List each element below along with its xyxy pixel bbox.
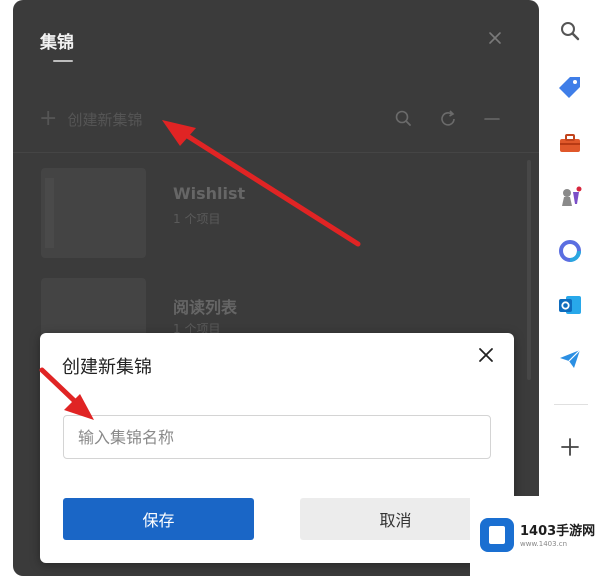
toolbar-divider <box>13 152 539 153</box>
sidebar-tools-button[interactable] <box>557 130 583 156</box>
app-root: 集锦 + 创建新集锦 Wishlist 1 个项目 阅读列表 1 个项目 创建新… <box>0 0 596 576</box>
sidebar-games-button[interactable] <box>557 184 583 210</box>
collection-item[interactable]: Wishlist 1 个项目 <box>13 160 523 270</box>
search-icon <box>395 110 411 126</box>
collection-name: 阅读列表 <box>173 298 238 317</box>
add-icon <box>561 438 579 456</box>
dialog-title: 创建新集锦 <box>62 357 152 378</box>
dialog-close-button[interactable] <box>472 341 500 369</box>
panel-title-underline <box>53 60 73 62</box>
plus-icon: + <box>39 106 58 131</box>
more-options-button[interactable] <box>479 106 505 132</box>
collection-name: Wishlist <box>173 184 246 203</box>
cancel-button[interactable]: 取消 <box>300 498 491 540</box>
sync-button[interactable] <box>435 106 461 132</box>
scrollbar[interactable] <box>527 160 531 380</box>
sidebar-search-button[interactable] <box>557 18 583 44</box>
collection-thumbnail <box>41 168 146 258</box>
more-icon <box>484 118 500 120</box>
search-collections-button[interactable] <box>391 106 417 132</box>
right-sidebar <box>546 0 596 576</box>
new-collection-label: 创建新集锦 <box>67 110 143 129</box>
refresh-icon <box>441 110 455 126</box>
site-watermark: 1403手游网 www.1403.cn <box>470 496 596 576</box>
sidebar-office-button[interactable] <box>557 238 583 264</box>
new-collection-button[interactable]: + 创建新集锦 <box>39 104 142 134</box>
collection-name-input[interactable] <box>63 415 491 459</box>
close-icon <box>489 32 501 44</box>
collections-toolbar: + 创建新集锦 <box>13 98 539 142</box>
outlook-icon <box>559 296 581 314</box>
sidebar-add-button[interactable] <box>557 434 583 460</box>
panel-title: 集锦 <box>40 33 74 53</box>
send-icon <box>560 349 581 368</box>
search-icon <box>561 22 580 41</box>
tag-icon <box>559 77 580 98</box>
sidebar-shopping-button[interactable] <box>557 74 583 100</box>
watermark-brand: 1403手游网 <box>520 524 596 539</box>
panel-close-button[interactable] <box>483 26 507 50</box>
chess-icon <box>562 186 582 206</box>
collection-count: 1 个项目 <box>173 212 221 226</box>
sidebar-send-button[interactable] <box>557 346 583 372</box>
panel-header: 集锦 <box>13 0 539 80</box>
sidebar-divider <box>554 404 588 405</box>
save-button[interactable]: 保存 <box>63 498 254 540</box>
sidebar-outlook-button[interactable] <box>557 292 583 318</box>
site-logo-icon <box>480 518 514 552</box>
toolbox-icon <box>560 134 580 152</box>
watermark-url: www.1403.cn <box>520 540 568 548</box>
close-icon <box>479 348 493 362</box>
create-collection-dialog: 创建新集锦 保存 取消 <box>40 333 514 563</box>
office-icon <box>559 240 581 262</box>
